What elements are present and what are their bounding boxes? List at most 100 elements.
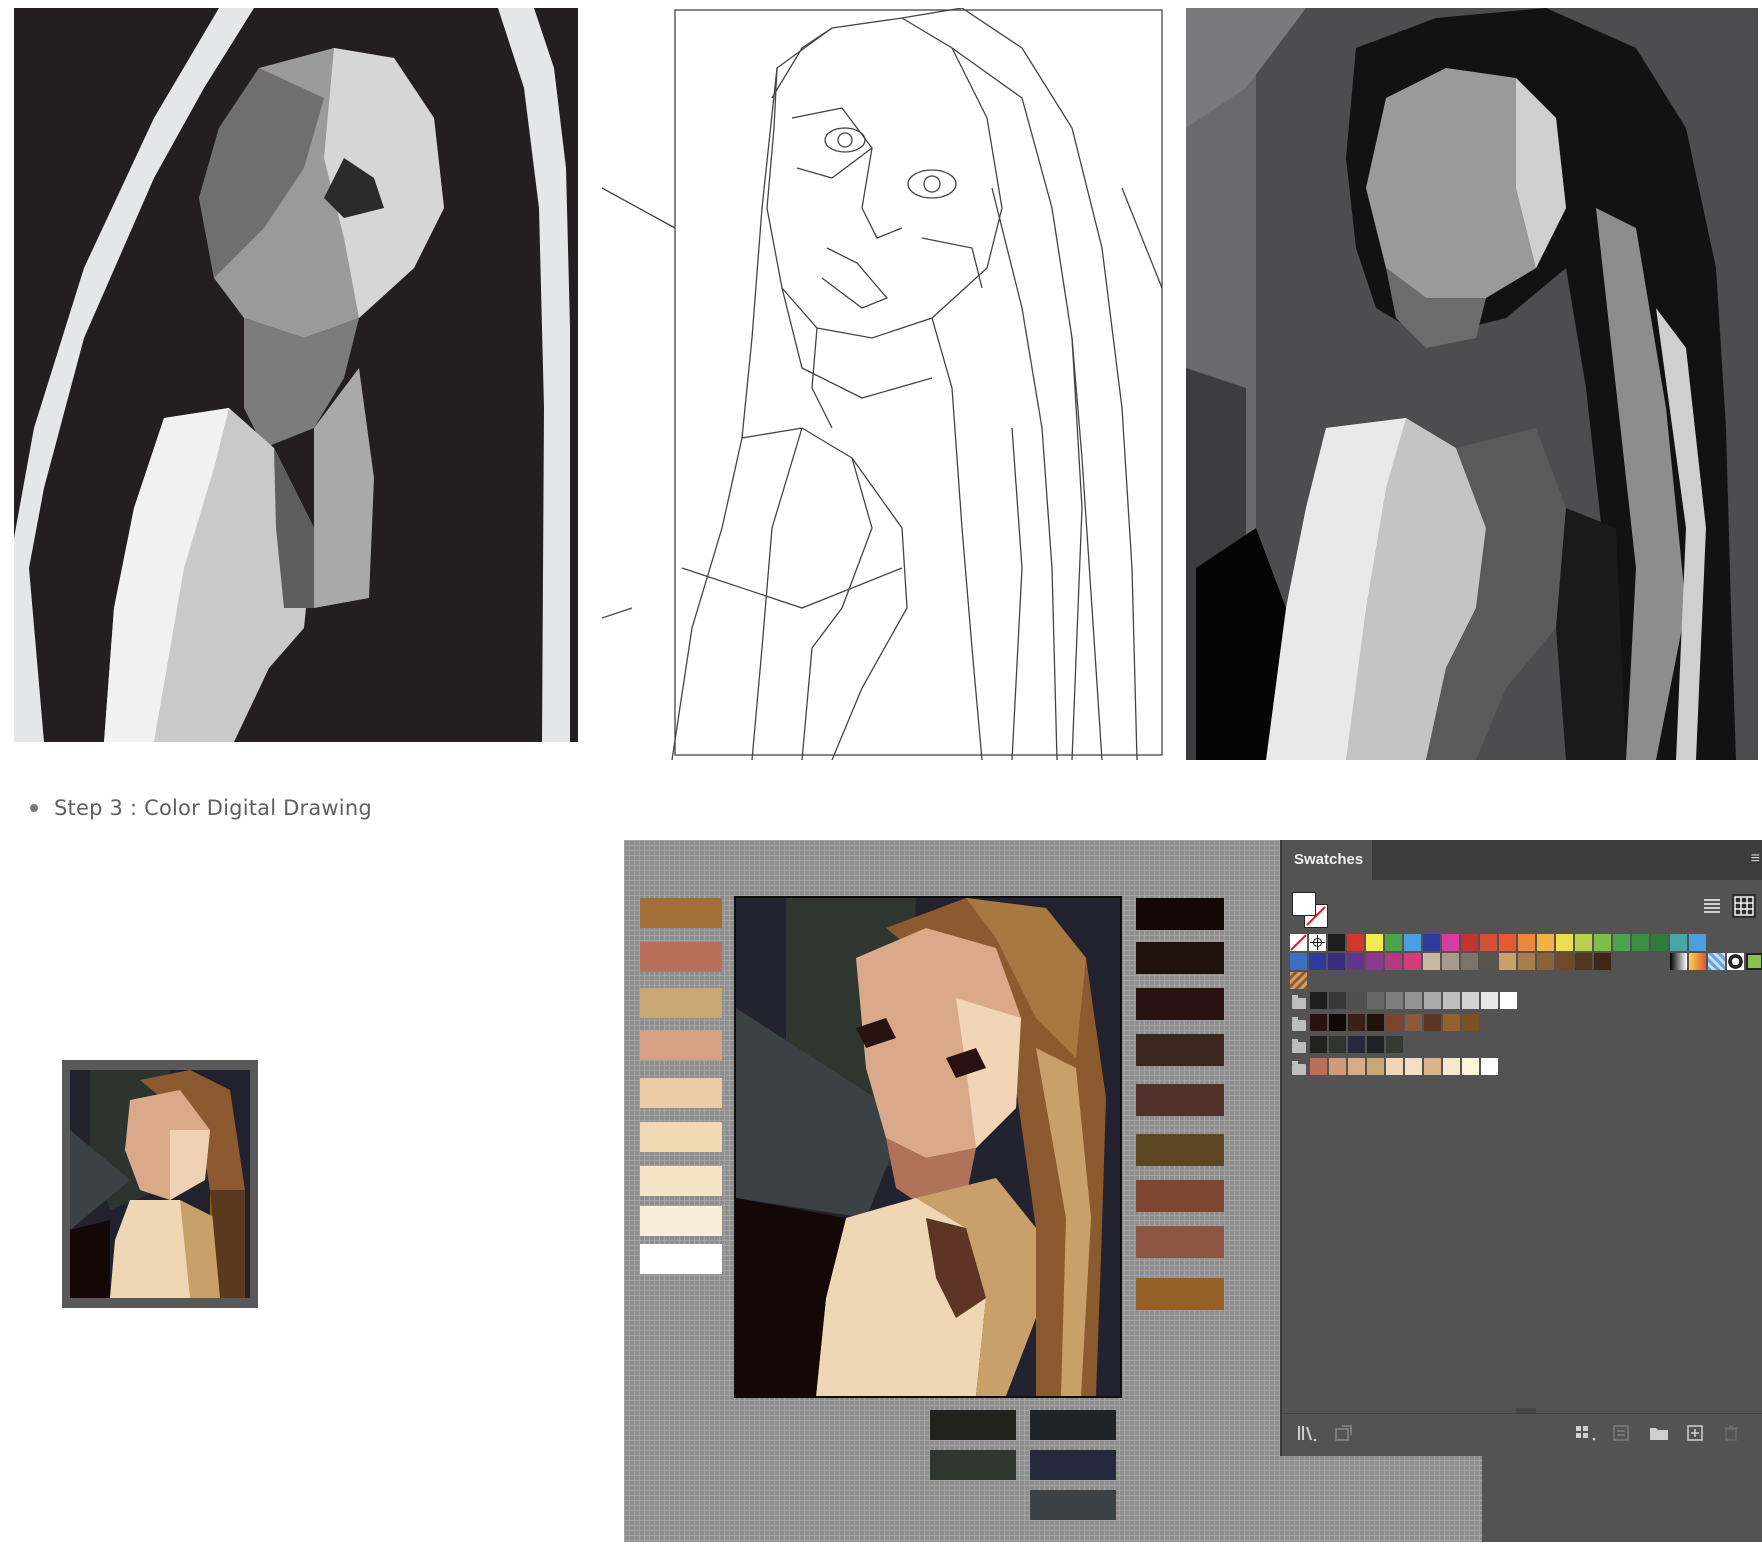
pattern-swatch[interactable] — [1727, 953, 1744, 970]
registration-swatch[interactable] — [1309, 934, 1326, 951]
palette-chip[interactable] — [640, 942, 722, 972]
color-swatch[interactable] — [1290, 953, 1307, 970]
color-swatch[interactable] — [1348, 1058, 1365, 1075]
palette-chip[interactable] — [640, 988, 722, 1018]
color-swatch[interactable] — [1329, 992, 1346, 1009]
color-portrait-artwork[interactable] — [734, 896, 1122, 1398]
palette-chip[interactable] — [1136, 1084, 1224, 1116]
palette-chip[interactable] — [640, 1078, 722, 1108]
color-swatch[interactable] — [1518, 934, 1535, 951]
folder-icon[interactable] — [1292, 1017, 1306, 1031]
color-swatch[interactable] — [1404, 953, 1421, 970]
color-swatch[interactable] — [1329, 1014, 1346, 1031]
swatch-options-icon[interactable] — [1612, 1424, 1630, 1442]
resize-grip-icon[interactable] — [1512, 1408, 1540, 1414]
color-swatch[interactable] — [1556, 953, 1573, 970]
color-swatch[interactable] — [1348, 1036, 1365, 1053]
new-swatch-icon[interactable] — [1686, 1424, 1704, 1442]
folder-icon[interactable] — [1292, 1039, 1306, 1053]
color-swatch[interactable] — [1386, 992, 1403, 1009]
fill-swatch[interactable] — [1292, 892, 1316, 916]
palette-chip[interactable] — [1030, 1450, 1116, 1480]
delete-swatch-icon[interactable] — [1722, 1424, 1740, 1442]
color-swatch[interactable] — [1424, 1058, 1441, 1075]
palette-chip[interactable] — [930, 1450, 1016, 1480]
color-swatch[interactable] — [1405, 1014, 1422, 1031]
color-swatch[interactable] — [1424, 1014, 1441, 1031]
palette-chip[interactable] — [1136, 1134, 1224, 1166]
color-swatch[interactable] — [1366, 953, 1383, 970]
palette-chip[interactable] — [640, 1122, 722, 1152]
color-swatch[interactable] — [1594, 953, 1611, 970]
palette-chip[interactable] — [1136, 1278, 1224, 1310]
folder-icon[interactable] — [1292, 1061, 1306, 1075]
gradient-swatch[interactable] — [1670, 953, 1687, 970]
palette-chip[interactable] — [1136, 1180, 1224, 1212]
color-swatch[interactable] — [1575, 953, 1592, 970]
color-swatch[interactable] — [1443, 1058, 1460, 1075]
color-swatch[interactable] — [1329, 1058, 1346, 1075]
none-swatch[interactable] — [1290, 934, 1307, 951]
color-swatch[interactable] — [1442, 934, 1459, 951]
color-swatch[interactable] — [1442, 953, 1459, 970]
color-swatch[interactable] — [1480, 934, 1497, 951]
color-swatch[interactable] — [1499, 953, 1516, 970]
color-swatch[interactable] — [1651, 934, 1668, 951]
color-swatch[interactable] — [1386, 1014, 1403, 1031]
color-swatch[interactable] — [1348, 992, 1365, 1009]
color-swatch[interactable] — [1367, 1014, 1384, 1031]
color-swatch[interactable] — [1405, 1058, 1422, 1075]
color-swatch[interactable] — [1367, 1058, 1384, 1075]
color-swatch[interactable] — [1385, 934, 1402, 951]
palette-chip[interactable] — [1030, 1410, 1116, 1440]
color-swatch[interactable] — [1632, 934, 1649, 951]
color-swatch[interactable] — [1689, 934, 1706, 951]
new-color-group-icon[interactable] — [1648, 1424, 1670, 1442]
color-swatch[interactable] — [1443, 992, 1460, 1009]
palette-chip[interactable] — [1030, 1490, 1116, 1520]
list-view-icon[interactable] — [1702, 896, 1722, 916]
palette-chip[interactable] — [640, 1166, 722, 1196]
folder-icon[interactable] — [1292, 995, 1306, 1009]
color-swatch[interactable] — [1347, 953, 1364, 970]
place-swatches-icon[interactable] — [1334, 1424, 1354, 1442]
color-swatch[interactable] — [1481, 1058, 1498, 1075]
fill-stroke-indicator[interactable] — [1292, 892, 1328, 928]
color-swatch[interactable] — [1310, 1036, 1327, 1053]
color-swatch[interactable] — [1405, 992, 1422, 1009]
color-swatch[interactable] — [1462, 992, 1479, 1009]
color-swatch[interactable] — [1329, 1036, 1346, 1053]
color-swatch[interactable] — [1462, 1058, 1479, 1075]
color-swatch[interactable] — [1670, 934, 1687, 951]
hamburger-menu-icon[interactable]: ≡ — [1751, 850, 1760, 868]
palette-chip[interactable] — [930, 1410, 1016, 1440]
color-swatch[interactable] — [1575, 934, 1592, 951]
palette-chip[interactable] — [640, 1030, 722, 1060]
color-swatch[interactable] — [1310, 1058, 1327, 1075]
color-swatch[interactable] — [1309, 953, 1326, 970]
grid-view-icon[interactable] — [1732, 894, 1756, 918]
color-swatch[interactable] — [1328, 953, 1345, 970]
color-swatch[interactable] — [1328, 934, 1345, 951]
color-swatch[interactable] — [1461, 953, 1478, 970]
color-swatch[interactable] — [1537, 934, 1554, 951]
show-kinds-icon[interactable] — [1574, 1424, 1598, 1442]
pattern-swatch[interactable] — [1746, 953, 1762, 970]
color-swatch[interactable] — [1518, 953, 1535, 970]
color-swatch[interactable] — [1500, 992, 1517, 1009]
palette-chip[interactable] — [1136, 1226, 1224, 1258]
color-swatch[interactable] — [1404, 934, 1421, 951]
color-swatch[interactable] — [1347, 934, 1364, 951]
color-swatch[interactable] — [1348, 1014, 1365, 1031]
color-swatch[interactable] — [1461, 934, 1478, 951]
color-swatch[interactable] — [1367, 992, 1384, 1009]
color-swatch[interactable] — [1499, 934, 1516, 951]
tab-swatches[interactable]: Swatches — [1282, 840, 1372, 880]
palette-chip[interactable] — [1136, 988, 1224, 1020]
palette-chip[interactable] — [640, 1206, 722, 1236]
palette-chip[interactable] — [1136, 942, 1224, 974]
color-swatch[interactable] — [1613, 934, 1630, 951]
color-swatch[interactable] — [1424, 992, 1441, 1009]
color-swatch[interactable] — [1594, 934, 1611, 951]
gradient-swatch[interactable] — [1689, 953, 1706, 970]
